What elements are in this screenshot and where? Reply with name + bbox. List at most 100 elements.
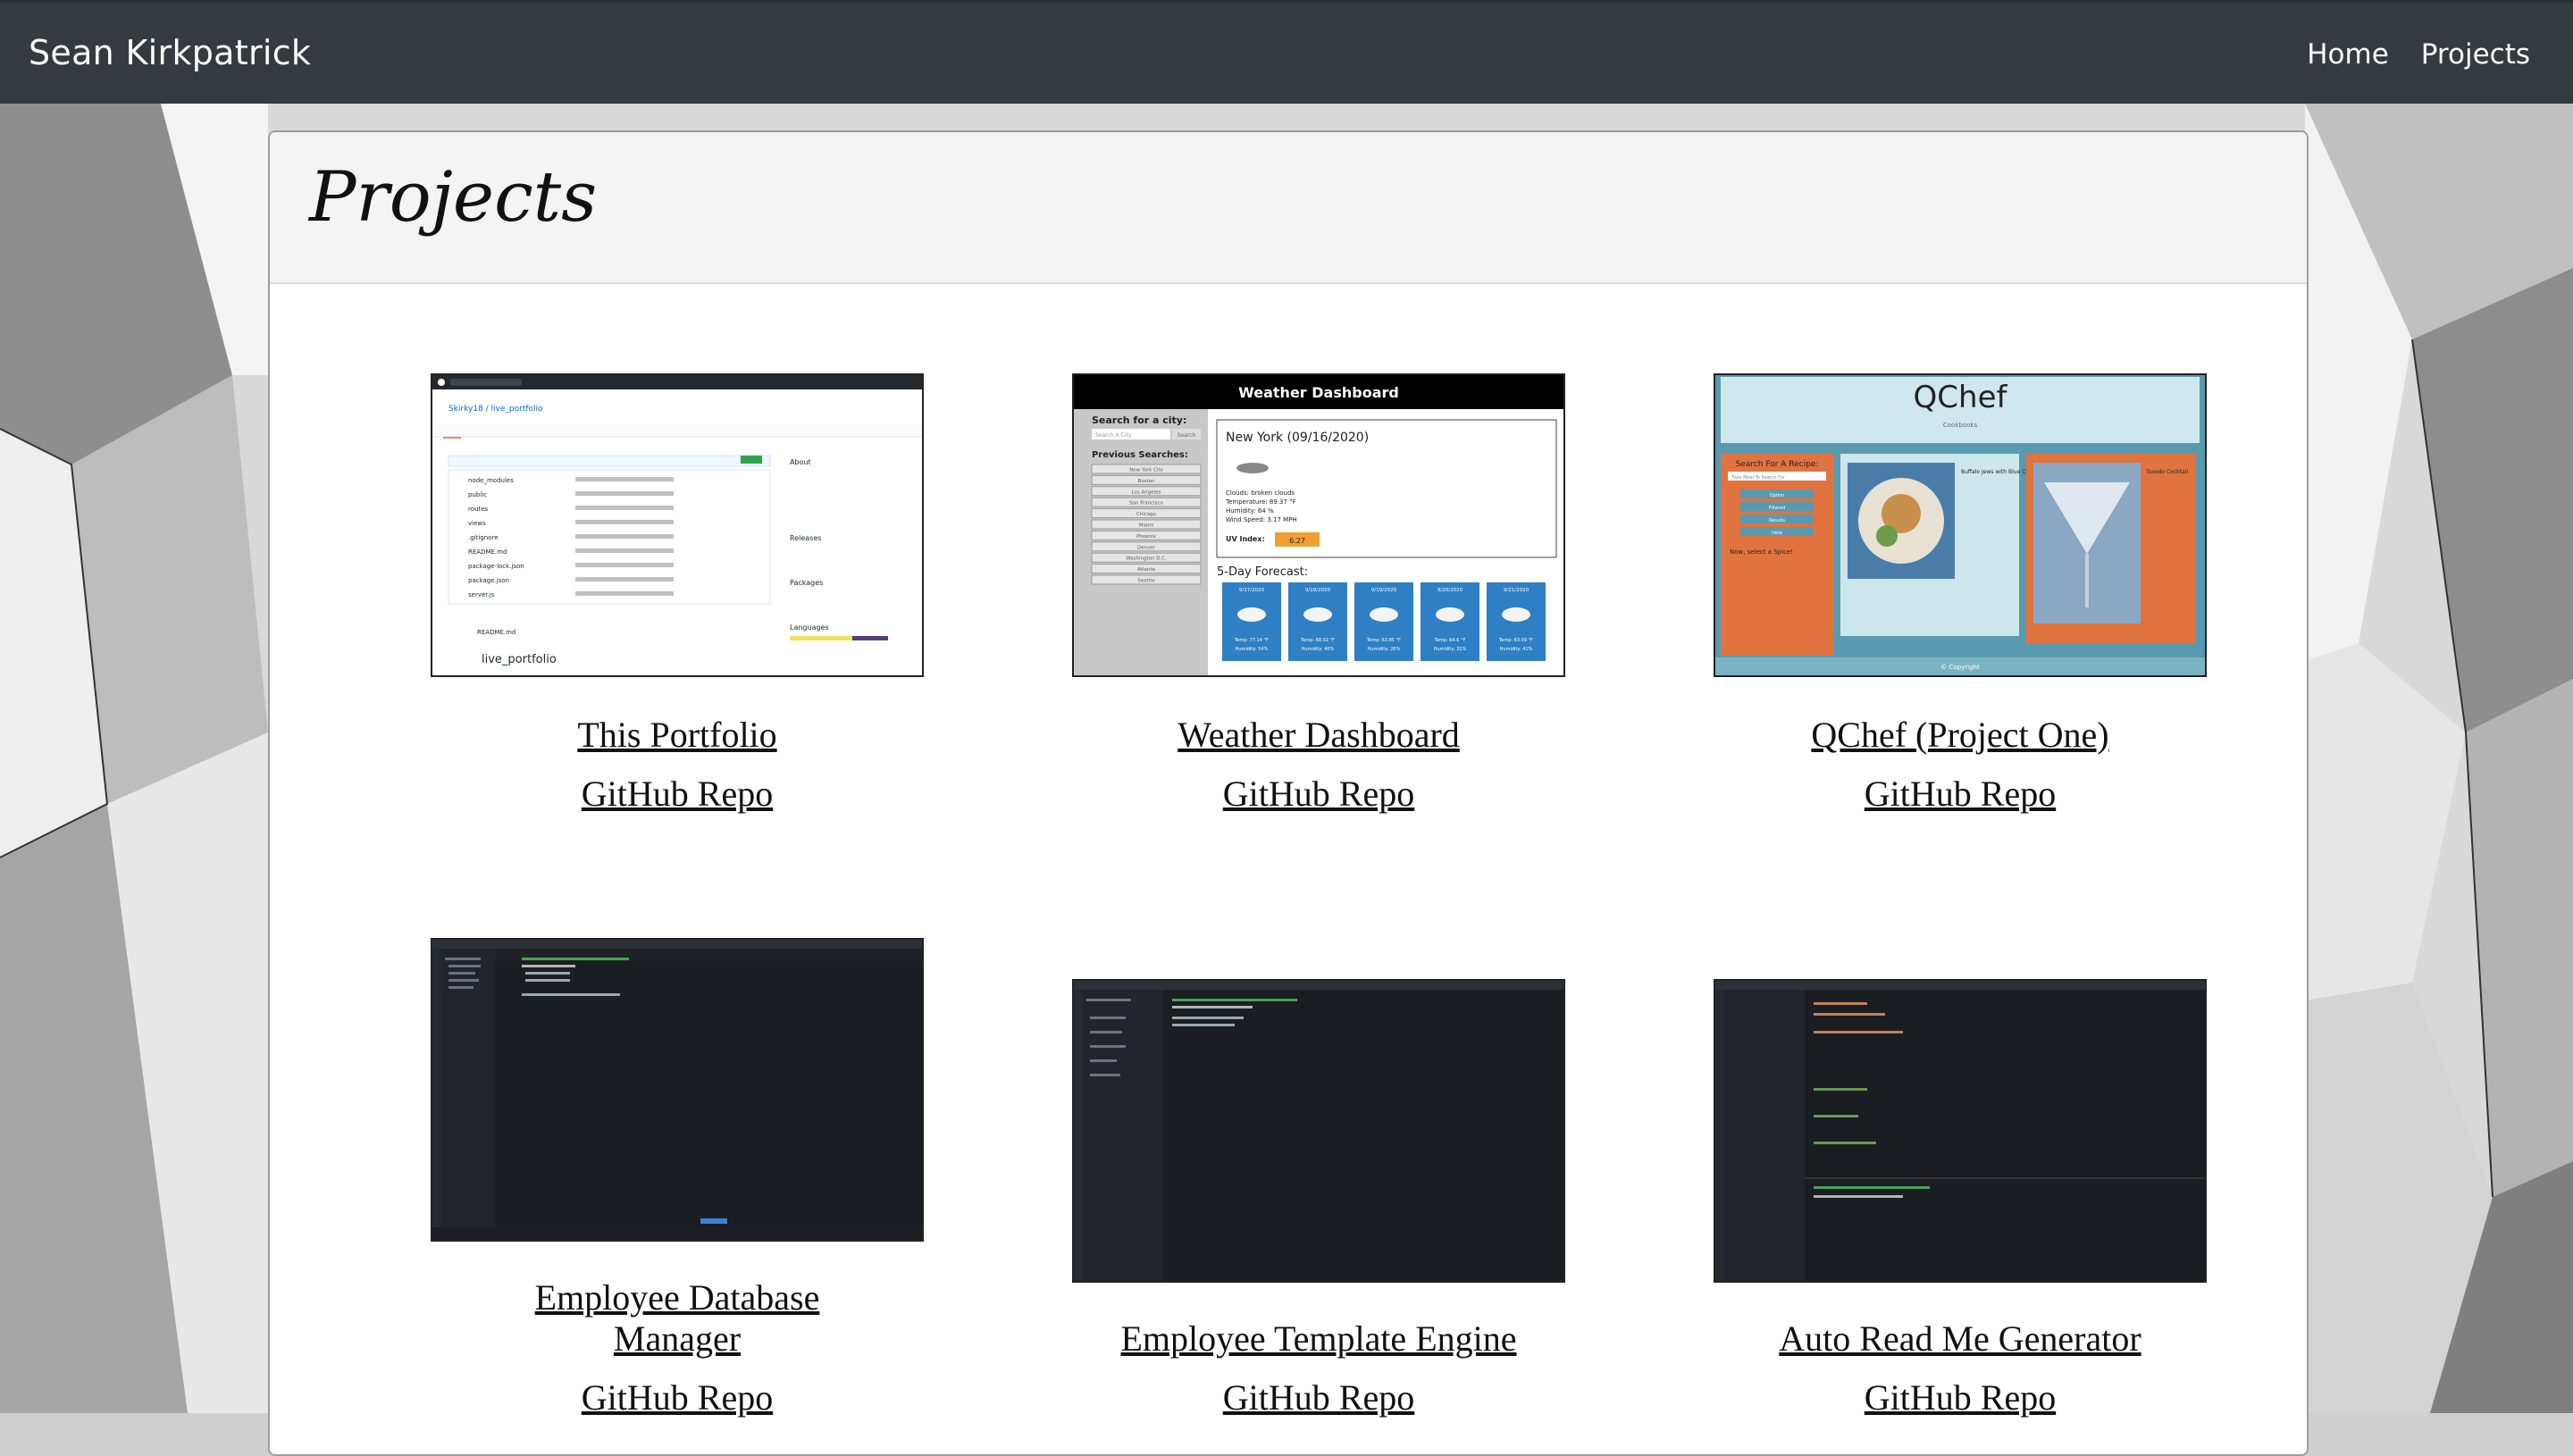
forecast-date: 9/21/2020 — [1504, 588, 1530, 593]
svg-text:Now, select a Spice!: Now, select a Spice! — [1730, 548, 1793, 556]
project-card-qchef: QChef Cookbooks Search For A Recipe: Typ… — [1714, 373, 2207, 815]
cloud-icon — [1502, 607, 1530, 622]
project-thumbnail-employee-db[interactable] — [431, 938, 924, 1242]
vscode-editor-screenshot — [1715, 981, 2205, 1281]
svg-text:Option: Option — [1770, 493, 1785, 498]
previous-search-label: New York City — [1129, 468, 1163, 473]
svg-text:Humidity: 64 %: Humidity: 64 % — [1226, 507, 1274, 515]
svg-text:Clouds: broken clouds: Clouds: broken clouds — [1226, 490, 1295, 497]
project-link-qchef[interactable]: QChef (Project One) — [1714, 715, 2207, 756]
svg-text:Type Meal To Search For: Type Meal To Search For — [1731, 475, 1786, 481]
cloud-icon — [1237, 607, 1266, 622]
svg-text:node_modules: node_modules — [468, 477, 514, 484]
project-card-portfolio: Skirky18 / live_portfolio node_modules p… — [431, 373, 924, 815]
previous-search-label: Washington D.C. — [1126, 556, 1167, 562]
svg-text:Packages: Packages — [790, 579, 823, 587]
previous-search-label: San Francisco — [1129, 501, 1163, 506]
previous-search-label: Chicago — [1136, 512, 1157, 517]
nav-projects-link[interactable]: Projects — [2421, 38, 2530, 71]
repo-link-qchef[interactable]: GitHub Repo — [1714, 774, 2207, 815]
forecast-humidity: Humidity: 41% — [1500, 647, 1533, 652]
project-thumbnail-portfolio[interactable]: Skirky18 / live_portfolio node_modules p… — [431, 373, 924, 677]
github-readme-heading: live_portfolio — [482, 653, 557, 666]
svg-text:Weather Dashboard: Weather Dashboard — [1238, 384, 1399, 401]
svg-text:public: public — [468, 491, 487, 498]
svg-text:Tuxedo Cocktail: Tuxedo Cocktail — [2145, 469, 2188, 475]
forecast-date: 9/20/2020 — [1437, 588, 1463, 593]
svg-text:Temperature: 89.37 °F: Temperature: 89.37 °F — [1225, 498, 1296, 506]
svg-text:Releases: Releases — [790, 534, 821, 542]
svg-text:Here: Here — [1772, 531, 1782, 536]
previous-search-list: New York City Boston Los Angeles San Franci… — [1091, 464, 1202, 585]
github-file-list: node_modules public routes views .gitign… — [448, 469, 771, 605]
svg-text:UV Index:: UV Index: — [1226, 535, 1265, 543]
svg-text:5-Day Forecast:: 5-Day Forecast: — [1217, 565, 1308, 579]
svg-text:QChef: QChef — [1914, 380, 2008, 415]
svg-text:README.md: README.md — [477, 629, 515, 636]
project-link-readme-generator[interactable]: Auto Read Me Generator — [1714, 1318, 2207, 1360]
forecast-temp: Temp: 63.09 °F — [1498, 638, 1533, 643]
page-title: Projects — [309, 157, 598, 238]
repo-link-employee-db[interactable]: GitHub Repo — [431, 1377, 924, 1418]
previous-search-label: Phoenix — [1136, 534, 1157, 540]
project-card-weather: Weather Dashboard Search for a city: Sea… — [1072, 373, 1565, 815]
svg-text:Cookbooks: Cookbooks — [1943, 422, 1978, 429]
svg-text:README.md: README.md — [468, 548, 507, 556]
previous-search-label: Los Angeles — [1132, 490, 1161, 495]
svg-text:server.js: server.js — [468, 591, 495, 598]
forecast-temp: Temp: 63.85 °F — [1366, 638, 1401, 643]
svg-text:views: views — [468, 520, 486, 527]
project-thumbnail-readme-generator[interactable] — [1714, 979, 2207, 1283]
previous-search-label: Seattle — [1137, 579, 1155, 584]
svg-text:package.json: package.json — [468, 577, 509, 584]
svg-text:.gitignore: .gitignore — [468, 534, 499, 541]
svg-text:routes: routes — [468, 506, 488, 513]
project-link-weather[interactable]: Weather Dashboard — [1072, 715, 1565, 756]
project-link-portfolio[interactable]: This Portfolio — [431, 715, 924, 756]
project-link-template-engine[interactable]: Employee Template Engine — [1072, 1318, 1565, 1360]
brand-link[interactable]: Sean Kirkpatrick — [29, 33, 311, 72]
forecast-humidity: Humidity: 54% — [1236, 647, 1269, 652]
navbar: Sean Kirkpatrick Home Projects — [0, 0, 2573, 104]
svg-text:6.27: 6.27 — [1289, 537, 1305, 545]
previous-search-label: Boston — [1137, 479, 1155, 484]
weather-dashboard-screenshot: Weather Dashboard Search for a city: Sea… — [1074, 375, 1563, 675]
cloud-icon — [1303, 607, 1332, 622]
project-thumbnail-qchef[interactable]: QChef Cookbooks Search For A Recipe: Typ… — [1714, 373, 2207, 677]
svg-text:Search For A Recipe:: Search For A Recipe: — [1736, 460, 1819, 469]
github-repo-name: Skirky18 / live_portfolio — [448, 405, 543, 414]
forecast-temp: Temp: 64.6 °F — [1434, 638, 1466, 643]
project-thumbnail-weather[interactable]: Weather Dashboard Search for a city: Sea… — [1072, 373, 1565, 677]
previous-search-label: Denver — [1137, 545, 1156, 550]
vscode-terminal-screenshot — [1074, 981, 1563, 1281]
forecast-temp: Temp: 77.14 °F — [1234, 638, 1269, 643]
svg-text:Languages: Languages — [790, 623, 829, 632]
repo-link-readme-generator[interactable]: GitHub Repo — [1714, 1377, 2207, 1418]
svg-text:Wind Speed: 3.17 MPH: Wind Speed: 3.17 MPH — [1226, 516, 1297, 523]
qchef-screenshot: QChef Cookbooks Search For A Recipe: Typ… — [1715, 375, 2205, 675]
svg-text:About: About — [790, 458, 811, 466]
forecast-humidity: Humidity: 31% — [1434, 647, 1467, 652]
project-thumbnail-template-engine[interactable] — [1072, 979, 1565, 1283]
cloud-icon — [1436, 607, 1464, 622]
forecast-humidity: Humidity: 26% — [1368, 647, 1401, 652]
svg-text:Previous Searches:: Previous Searches: — [1092, 450, 1188, 460]
cloud-icon — [1370, 607, 1398, 622]
svg-text:Search: Search — [1178, 432, 1196, 439]
svg-text:New York (09/16/2020): New York (09/16/2020) — [1226, 431, 1369, 445]
nav-home-link[interactable]: Home — [2307, 38, 2389, 71]
svg-text:package-lock.json: package-lock.json — [468, 563, 524, 570]
nav-links: Home Projects — [2307, 38, 2530, 71]
project-link-employee-db[interactable]: Employee Database Manager — [431, 1277, 924, 1360]
vscode-terminal-screenshot — [432, 940, 922, 1240]
forecast-humidity: Humidity: 40% — [1302, 647, 1335, 652]
svg-text:© Copyright: © Copyright — [1940, 664, 1980, 671]
project-card-template-engine: Employee Template Engine GitHub Repo — [1072, 979, 1565, 1418]
repo-link-portfolio[interactable]: GitHub Repo — [431, 774, 924, 815]
previous-search-label: Atlanta — [1137, 567, 1155, 573]
repo-link-weather[interactable]: GitHub Repo — [1072, 774, 1565, 815]
github-repo-screenshot: Skirky18 / live_portfolio node_modules p… — [432, 375, 922, 666]
repo-link-template-engine[interactable]: GitHub Repo — [1072, 1377, 1565, 1418]
svg-text:Search for a city:: Search for a city: — [1092, 414, 1186, 426]
forecast-date: 9/18/2020 — [1305, 588, 1331, 593]
